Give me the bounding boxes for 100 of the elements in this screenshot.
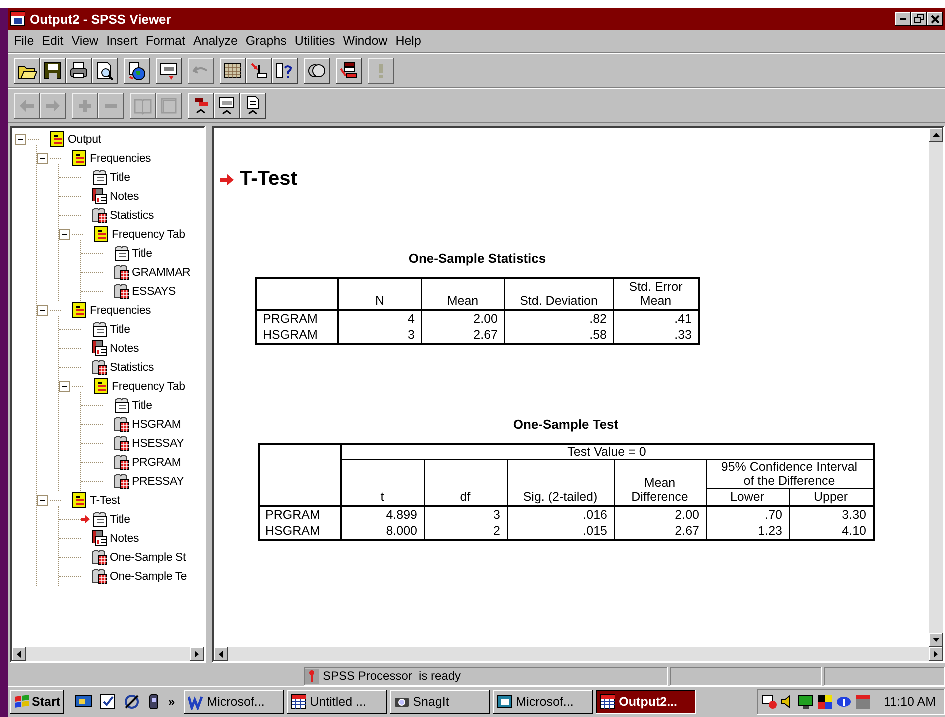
maximize-button[interactable]: [911, 12, 927, 26]
toolbar-button[interactable]: [92, 58, 118, 84]
scroll-left-button[interactable]: [12, 647, 26, 661]
table-cell: .015: [507, 523, 614, 540]
collapse-toggle[interactable]: [59, 229, 70, 240]
menu-item[interactable]: Analyze: [189, 34, 242, 48]
outline-item[interactable]: One-Sample Te: [110, 570, 188, 582]
menu-item[interactable]: Utilities: [290, 34, 340, 48]
outline-item[interactable]: PRGRAM: [132, 456, 182, 468]
minus-icon: [40, 158, 45, 159]
book-icon: [71, 302, 88, 319]
table-cell: 2.67: [614, 523, 706, 540]
toolbar-button[interactable]: [304, 58, 330, 84]
outline-item[interactable]: Statistics: [110, 362, 154, 374]
toolbar-button[interactable]: [240, 92, 266, 118]
grid-icon: [223, 60, 243, 80]
more-button[interactable]: »: [168, 695, 176, 709]
toolbar-button[interactable]: [14, 58, 40, 84]
outline-item[interactable]: Title: [110, 324, 130, 336]
table-cell: 2: [424, 523, 507, 540]
outline-item[interactable]: Statistics: [110, 210, 154, 222]
menu-item[interactable]: View: [68, 34, 103, 48]
menu-item[interactable]: Format: [142, 34, 190, 48]
menu-item[interactable]: Window: [339, 34, 392, 48]
outline-item[interactable]: T-Test: [90, 494, 120, 506]
globe-page-icon: [127, 60, 147, 80]
taskbar-button[interactable]: Output2...: [596, 690, 696, 714]
title-page-icon: [91, 169, 108, 186]
column-group-header: Test Value = 0: [340, 444, 874, 460]
scroll-right-button[interactable]: [190, 647, 204, 661]
windows-flag-icon: [14, 695, 30, 709]
collapse-toggle[interactable]: [59, 381, 70, 392]
menu-item[interactable]: File: [10, 34, 38, 48]
window-title: Output2 - SPSS Viewer: [30, 12, 172, 26]
toolbar-button[interactable]: [214, 92, 240, 118]
menu-item[interactable]: Edit: [38, 34, 68, 48]
outline-item[interactable]: Notes: [110, 532, 140, 544]
taskbar-button[interactable]: SnagIt: [390, 690, 490, 714]
collapse-toggle[interactable]: [37, 305, 48, 316]
row-label: HSGRAM: [258, 523, 340, 540]
outline-item[interactable]: Frequency Tab: [112, 228, 186, 240]
data-window-icon: [600, 694, 616, 710]
outline-item[interactable]: HSESSAY: [132, 438, 184, 450]
scroll-right-button[interactable]: [929, 647, 943, 661]
horizontal-scrollbar[interactable]: [12, 647, 204, 661]
outline-item[interactable]: Title: [110, 172, 130, 184]
taskbar-button[interactable]: Microsof...: [493, 690, 594, 714]
outline-item[interactable]: HSGRAM: [132, 418, 182, 430]
exclamation-icon: [379, 64, 383, 78]
status-message: SPSS Processor is ready: [322, 669, 462, 683]
table-cell: 2.67: [422, 327, 504, 344]
toolbar-button[interactable]: [220, 58, 246, 84]
toolbar-button[interactable]: [188, 92, 214, 118]
outline-item[interactable]: Frequencies: [90, 304, 152, 316]
scroll-down-button[interactable]: [929, 633, 943, 647]
menu-item[interactable]: Help: [392, 34, 426, 48]
toolbar-button[interactable]: [66, 58, 92, 84]
outline-item[interactable]: Title: [110, 514, 130, 526]
toolbar-button[interactable]: [124, 58, 150, 84]
outline-item[interactable]: Frequencies: [90, 152, 152, 164]
taskbar-button[interactable]: Microsof...: [184, 690, 284, 714]
toolbar-button[interactable]: [336, 58, 362, 84]
outline-item[interactable]: GRAMMAR: [132, 266, 191, 278]
outline-item[interactable]: Output: [68, 134, 102, 146]
menu-item[interactable]: Insert: [102, 34, 142, 48]
page-magnifier-icon: [95, 60, 115, 80]
scroll-up-button[interactable]: [929, 128, 943, 142]
table-cell: 2.00: [422, 310, 504, 327]
outline-item[interactable]: Notes: [110, 342, 140, 354]
start-button[interactable]: Start: [10, 690, 64, 714]
scroll-left-button[interactable]: [214, 647, 228, 661]
toolbar-button[interactable]: [156, 58, 182, 84]
book-icon: [71, 492, 88, 509]
column-group-header: 95% Confidence Interval of the Difference: [706, 460, 874, 488]
outline-item[interactable]: ESSAYS: [132, 286, 176, 298]
taskbar-button[interactable]: Untitled ...: [287, 690, 388, 714]
minimize-button[interactable]: [895, 12, 911, 26]
table-cell: .58: [504, 327, 614, 344]
collapse-toggle[interactable]: [15, 134, 26, 145]
collapse-toggle[interactable]: [37, 495, 48, 506]
title-page-icon: [91, 321, 108, 338]
toolbar-button[interactable]: [272, 58, 298, 84]
book-icon: [71, 150, 88, 167]
outline-item[interactable]: Title: [132, 248, 152, 260]
plus-icon: [79, 100, 91, 112]
outline-item[interactable]: One-Sample St: [110, 552, 186, 564]
row-label: PRGRAM: [258, 506, 340, 523]
table-cell: 4.10: [789, 523, 874, 540]
outline-item[interactable]: Title: [132, 400, 152, 412]
toolbar-button[interactable]: [246, 58, 272, 84]
outline-item[interactable]: PRESSAY: [132, 476, 184, 488]
minimize-icon: [900, 18, 906, 20]
toolbar-button[interactable]: [40, 58, 66, 84]
menu-item[interactable]: Graphs: [242, 34, 291, 48]
vertical-scrollbar[interactable]: [929, 128, 943, 647]
outline-item[interactable]: Frequency Tab: [112, 380, 186, 392]
close-button[interactable]: [927, 12, 943, 26]
horizontal-scrollbar[interactable]: [214, 647, 943, 661]
outline-item[interactable]: Notes: [110, 190, 140, 202]
collapse-toggle[interactable]: [37, 153, 48, 164]
